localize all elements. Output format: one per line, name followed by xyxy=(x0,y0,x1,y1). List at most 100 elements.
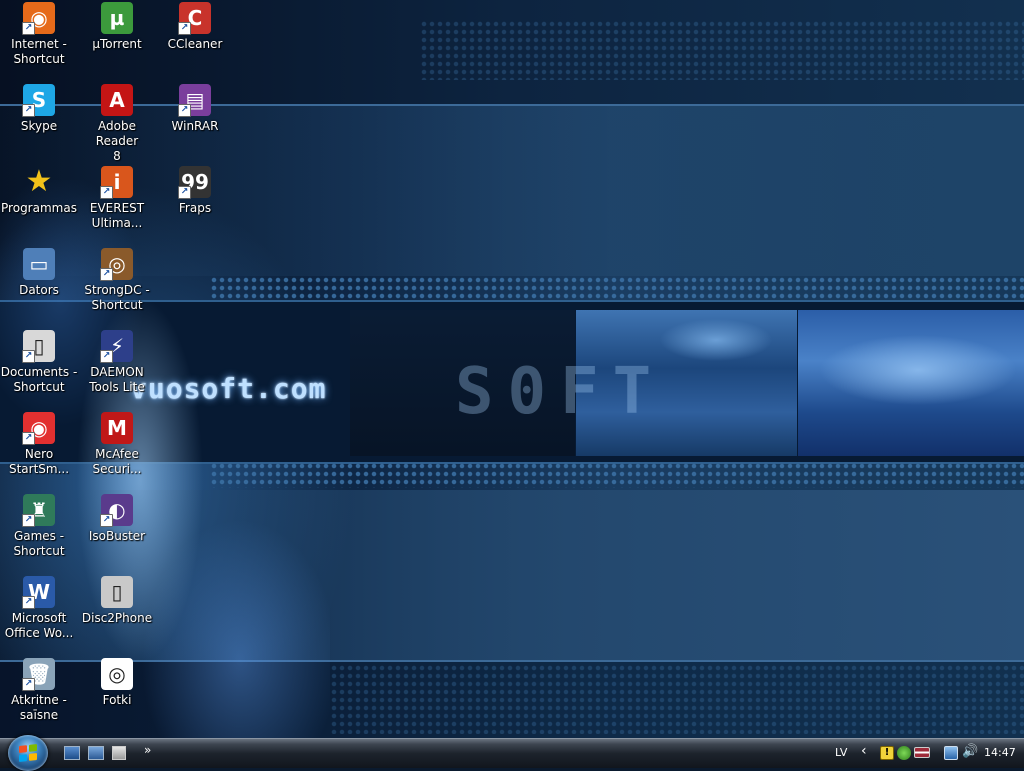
language-indicator[interactable]: LV xyxy=(835,746,847,759)
desktop-icon[interactable]: ♜ ↗ Games - Shortcut xyxy=(0,494,78,559)
utorrent-icon: µ xyxy=(101,2,133,34)
isobuster-icon: ◐ ↗ xyxy=(100,494,133,527)
shortcut-arrow-icon: ↗ xyxy=(22,350,35,363)
desktop-icon-label: Documents - Shortcut xyxy=(0,365,78,394)
desktop-icon-label: Dators xyxy=(19,283,59,297)
volume-icon[interactable]: 🔊 xyxy=(962,744,978,759)
display-icon[interactable] xyxy=(944,746,958,760)
mcafee-icon: M xyxy=(101,412,133,444)
wallpaper-logo-text: vuosoft.com xyxy=(130,372,327,405)
desktop-icon-label: Internet - Shortcut xyxy=(11,37,67,66)
desktop-icon-label: Disc2Phone xyxy=(81,611,153,625)
desktop-icon[interactable]: A Adobe Reader 8 xyxy=(78,84,156,164)
desktop-icon-label: Microsoft Office Wo... xyxy=(4,611,74,640)
desktop-icon[interactable]: ▤ ↗ WinRAR xyxy=(156,84,234,134)
desktop-icon[interactable]: ◐ ↗ IsoBuster xyxy=(78,494,156,544)
skype-icon: S ↗ xyxy=(22,84,55,117)
desktop-icon-label: CCleaner xyxy=(167,37,223,51)
start-button[interactable] xyxy=(8,735,48,771)
wallpaper-ghost-letters: S0FT xyxy=(455,355,666,429)
desktop-icon-label: Fotki xyxy=(102,693,132,707)
wallpaper-dots xyxy=(420,20,1024,80)
desktop-icon[interactable]: W ↗ Microsoft Office Wo... xyxy=(0,576,78,641)
wallpaper-dots xyxy=(210,462,1024,488)
computer-icon: ▭ xyxy=(23,248,55,280)
desktop-icon[interactable]: i ↗ EVEREST Ultima... xyxy=(78,166,156,231)
desktop-icon-label: WinRAR xyxy=(171,119,219,133)
desktop-icon-label: µTorrent xyxy=(92,37,142,51)
disc2phone-icon: ▯ xyxy=(101,576,133,608)
shortcut-arrow-icon: ↗ xyxy=(178,186,191,199)
shortcut-arrow-icon: ↗ xyxy=(178,104,191,117)
shortcut-arrow-icon: ↗ xyxy=(178,22,191,35)
desktop-icon[interactable]: ◎ ↗ StrongDC - Shortcut xyxy=(78,248,156,313)
daemon-tools-icon: ⚡ ↗ xyxy=(100,330,133,363)
switch-windows-icon[interactable] xyxy=(88,746,104,760)
word-icon: W ↗ xyxy=(22,576,55,609)
recycle-bin-icon: 🗑 ↗ xyxy=(22,658,55,691)
nero-icon: ◉ ↗ xyxy=(22,412,55,445)
games-icon: ♜ ↗ xyxy=(22,494,55,527)
desktop-icon-label: Programmas xyxy=(1,201,77,215)
taskbar: » LV ‹ ! 🔊 14:47 xyxy=(0,735,1024,771)
quicklaunch-more-button[interactable]: » xyxy=(144,743,151,757)
desktop-icon-label: StrongDC - Shortcut xyxy=(84,283,150,312)
adobe-reader-icon: A xyxy=(101,84,133,116)
desktop-icon-label: Skype xyxy=(20,119,58,133)
shortcut-arrow-icon: ↗ xyxy=(100,350,113,363)
desktop-icon[interactable]: S ↗ Skype xyxy=(0,84,78,134)
star-icon: ★ xyxy=(25,164,53,199)
desktop-icon-label: Games - Shortcut xyxy=(13,529,65,558)
ccleaner-icon: C ↗ xyxy=(178,2,211,35)
fraps-icon: 99 ↗ xyxy=(178,166,211,199)
desktop-icon[interactable]: 99 ↗ Fraps xyxy=(156,166,234,216)
desktop-icon[interactable]: ⚡ ↗ DAEMON Tools Lite xyxy=(78,330,156,395)
wallpaper-panel-beach xyxy=(798,310,1024,456)
shortcut-arrow-icon: ↗ xyxy=(22,678,35,691)
shortcut-arrow-icon: ↗ xyxy=(22,432,35,445)
desktop-icon-label: EVEREST Ultima... xyxy=(89,201,145,230)
desktop-icon-label: McAfee Securi... xyxy=(92,447,142,476)
quicklaunch-app-icon[interactable] xyxy=(112,746,126,760)
desktop-icon[interactable]: ▯ ↗ Documents - Shortcut xyxy=(0,330,78,395)
latvia-flag-icon[interactable] xyxy=(914,747,930,758)
desktop-icon[interactable]: 🗑 ↗ Atkritne - saīsne xyxy=(0,658,78,723)
desktop-icon-label: Atkritne - saīsne xyxy=(11,693,67,722)
shortcut-arrow-icon: ↗ xyxy=(22,514,35,527)
desktop-icon-label: DAEMON Tools Lite xyxy=(89,365,145,394)
shortcut-arrow-icon: ↗ xyxy=(22,596,35,609)
desktop-icon[interactable]: ◉ ↗ Internet - Shortcut xyxy=(0,2,78,67)
clock[interactable]: 14:47 xyxy=(984,746,1016,759)
network-status-icon[interactable] xyxy=(897,746,911,760)
shortcut-arrow-icon: ↗ xyxy=(100,186,113,199)
fotki-icon: ◎ xyxy=(101,658,133,690)
warning-icon[interactable]: ! xyxy=(880,746,894,760)
everest-icon: i ↗ xyxy=(100,166,133,199)
show-desktop-icon[interactable] xyxy=(64,746,80,760)
windows-logo-icon xyxy=(19,744,37,762)
shortcut-arrow-icon: ↗ xyxy=(22,104,35,117)
wallpaper-dots xyxy=(330,664,1024,734)
desktop[interactable]: S0FT vuosoft.com ◉ ↗ Internet - Shortcut µ µ… xyxy=(0,0,1024,738)
shortcut-arrow-icon: ↗ xyxy=(100,514,113,527)
desktop-icon[interactable]: µ µTorrent xyxy=(78,2,156,52)
desktop-icon[interactable]: C ↗ CCleaner xyxy=(156,2,234,52)
desktop-icon[interactable]: ▭ Dators xyxy=(0,248,78,298)
desktop-icon-label: Adobe Reader 8 xyxy=(95,119,139,163)
strongdc-icon: ◎ ↗ xyxy=(100,248,133,281)
wallpaper-dots xyxy=(210,276,1024,302)
desktop-icon[interactable]: ▯ Disc2Phone xyxy=(78,576,156,626)
desktop-icon-label: IsoBuster xyxy=(88,529,146,543)
winrar-icon: ▤ ↗ xyxy=(178,84,211,117)
desktop-icon[interactable]: ◉ ↗ Nero StartSm... xyxy=(0,412,78,477)
firefox-icon: ◉ ↗ xyxy=(22,2,55,35)
tray-expand-button[interactable]: ‹ xyxy=(861,743,867,759)
desktop-icon-label: Nero StartSm... xyxy=(8,447,70,476)
documents-icon: ▯ ↗ xyxy=(22,330,55,363)
desktop-icon[interactable]: ★ Programmas xyxy=(0,166,78,216)
desktop-icon-label: Fraps xyxy=(178,201,212,215)
shortcut-arrow-icon: ↗ xyxy=(100,268,113,281)
desktop-icon[interactable]: M McAfee Securi... xyxy=(78,412,156,477)
shortcut-arrow-icon: ↗ xyxy=(22,22,35,35)
desktop-icon[interactable]: ◎ Fotki xyxy=(78,658,156,708)
